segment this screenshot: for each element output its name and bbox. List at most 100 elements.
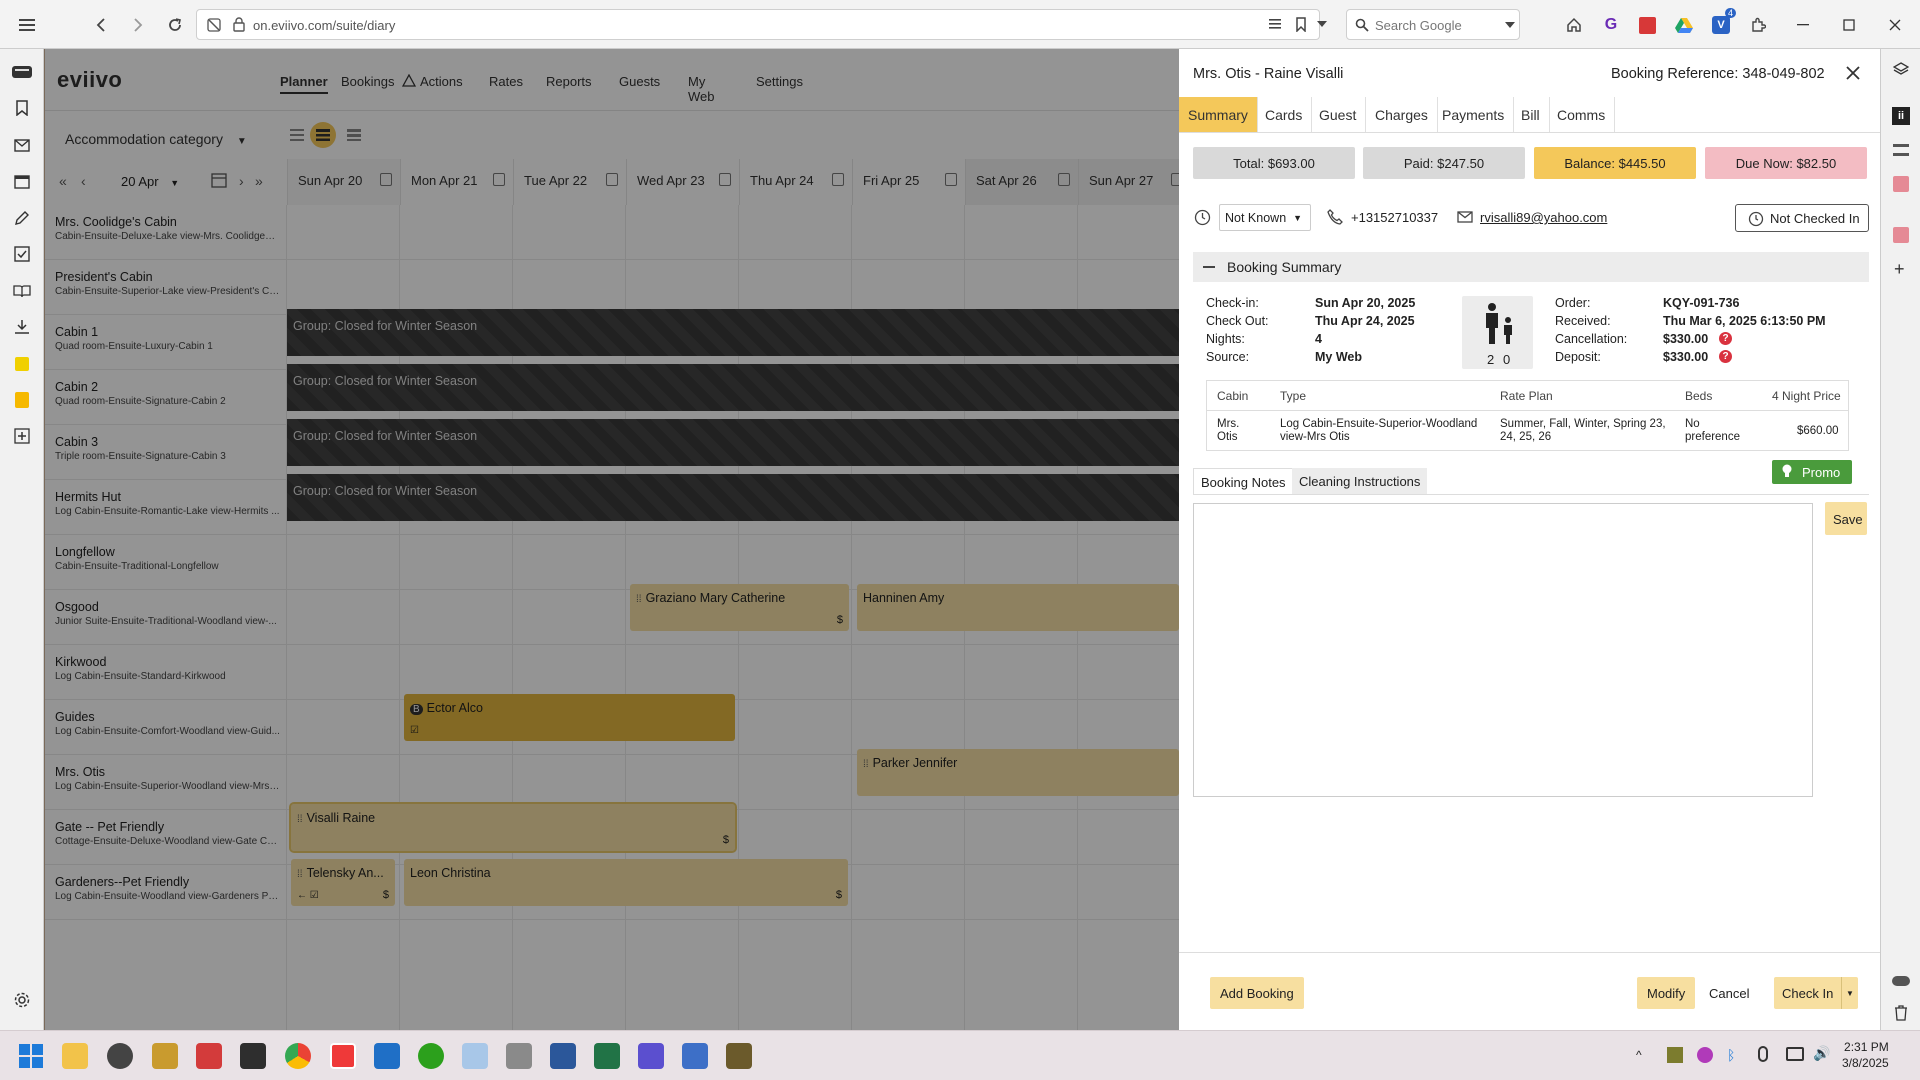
tab-cleaning-instructions[interactable]: Cleaning Instructions [1292, 468, 1428, 494]
tray-overflow-icon[interactable]: ^ [1636, 1048, 1642, 1062]
guest-email[interactable]: rvisalli89@yahoo.com [1480, 210, 1607, 225]
extension-g-icon[interactable]: G [1598, 12, 1624, 38]
file-explorer-icon[interactable] [62, 1043, 88, 1069]
family-icon [1480, 302, 1516, 346]
modal-backdrop[interactable] [45, 49, 1179, 1030]
reading-list-icon[interactable] [11, 280, 33, 302]
tab-guest[interactable]: Guest [1310, 97, 1367, 132]
browser-side-panel [0, 49, 44, 1030]
layers-icon[interactable] [1893, 61, 1909, 77]
cancel-button[interactable]: Cancel [1699, 977, 1760, 1009]
menu-icon[interactable] [14, 12, 40, 38]
app-icon-1[interactable] [107, 1043, 133, 1069]
tray-app-icon[interactable] [1667, 1047, 1683, 1063]
tab-charges[interactable]: Charges [1366, 97, 1438, 132]
bluetooth-icon[interactable]: ᛒ [1727, 1047, 1741, 1063]
windows-start-icon[interactable] [18, 1043, 44, 1069]
tab-comms[interactable]: Comms [1548, 97, 1616, 132]
back-icon[interactable] [88, 12, 114, 38]
booking-summary-toggle[interactable]: Booking Summary [1193, 252, 1869, 282]
tab-summary[interactable]: Summary [1179, 97, 1258, 132]
lock-icon [233, 17, 245, 32]
modify-button[interactable]: Modify [1637, 977, 1696, 1009]
chevron-down-icon[interactable]: ▼ [1841, 977, 1858, 1009]
trash-icon[interactable] [1894, 1005, 1908, 1021]
mail-extension-icon[interactable]: V 4 [1708, 8, 1736, 38]
arrival-time-select[interactable]: Not Known ▼ [1219, 204, 1311, 231]
app-icon-2[interactable] [152, 1043, 178, 1069]
minimize-icon[interactable] [1790, 12, 1816, 38]
dropdown-icon[interactable] [1317, 21, 1327, 27]
forward-icon[interactable] [125, 12, 151, 38]
network-icon[interactable] [1786, 1047, 1804, 1061]
extension-red-icon[interactable] [1634, 12, 1660, 38]
app-icon-5[interactable] [506, 1043, 532, 1069]
outlook-icon[interactable] [374, 1043, 400, 1069]
web-panel-keep-icon[interactable] [11, 389, 33, 411]
mail-panel-icon[interactable] [11, 134, 33, 156]
calendar-panel-icon[interactable] [11, 170, 33, 192]
tab-booking-notes[interactable]: Booking Notes [1193, 468, 1294, 494]
volume-icon[interactable]: 🔊 [1813, 1045, 1830, 1062]
microphone-icon[interactable] [1758, 1046, 1768, 1062]
deposit-help-icon[interactable]: ? [1719, 350, 1732, 363]
vivaldi-icon[interactable] [330, 1043, 356, 1069]
browser-toolbar: on.eviivo.com/suite/diary Search Google … [0, 0, 1920, 49]
promo-button[interactable]: Promo [1772, 460, 1852, 484]
app-icon-6[interactable] [638, 1043, 664, 1069]
cloud-sync-icon[interactable] [1892, 976, 1910, 986]
address-bar[interactable]: on.eviivo.com/suite/diary [196, 9, 1327, 40]
app-icon-7[interactable] [682, 1043, 708, 1069]
tab-bill[interactable]: Bill [1512, 97, 1550, 132]
panel-toggle-icon[interactable] [1893, 144, 1909, 156]
web-panel-yellow-icon[interactable] [11, 353, 33, 375]
save-notes-button[interactable]: Save [1825, 502, 1867, 535]
app-icon-4[interactable] [240, 1043, 266, 1069]
search-engine-dropdown-icon[interactable] [1505, 22, 1515, 28]
chrome-icon[interactable] [285, 1043, 311, 1069]
app-icon-8[interactable] [726, 1043, 752, 1069]
quickbooks-icon[interactable] [418, 1043, 444, 1069]
window-close-icon[interactable] [1882, 12, 1908, 38]
check-status-label: Not Checked In [1770, 211, 1860, 226]
bookmark-icon[interactable] [1295, 17, 1307, 32]
reload-icon[interactable] [162, 12, 188, 38]
settings-gear-icon[interactable] [11, 989, 33, 1011]
word-icon[interactable] [550, 1043, 576, 1069]
add-booking-button[interactable]: Add Booking [1210, 977, 1304, 1009]
vivaldi-logo-icon[interactable] [11, 61, 33, 83]
maximize-icon[interactable] [1836, 12, 1862, 38]
due-now-amount: Due Now: $82.50 [1705, 147, 1867, 179]
guest-phone[interactable]: +13152710337 [1351, 210, 1438, 225]
add-panel-icon[interactable]: + [1894, 259, 1905, 280]
snipping-tool-icon[interactable] [462, 1043, 488, 1069]
add-web-panel-icon[interactable] [11, 425, 33, 447]
app-icon-3[interactable] [196, 1043, 222, 1069]
tasks-panel-icon[interactable] [11, 243, 33, 265]
site-settings-icon[interactable] [207, 17, 221, 33]
web-panel-pink-2-icon[interactable] [1893, 227, 1909, 243]
system-clock[interactable]: 2:31 PM 3/8/2025 [1842, 1039, 1889, 1071]
tray-app-2-icon[interactable] [1697, 1047, 1713, 1063]
check-in-button[interactable]: Check In ▼ [1774, 977, 1858, 1009]
downloads-icon[interactable] [11, 316, 33, 338]
excel-icon[interactable] [594, 1043, 620, 1069]
source-label: Source: [1206, 350, 1250, 364]
web-panel-pink-icon[interactable] [1893, 176, 1909, 192]
extensions-icon[interactable] [1745, 12, 1771, 38]
bookmarks-panel-icon[interactable] [11, 97, 33, 119]
tab-cards[interactable]: Cards [1256, 97, 1313, 132]
booking-notes-textarea[interactable] [1193, 503, 1813, 797]
notes-panel-icon[interactable] [11, 207, 33, 229]
close-icon[interactable] [1845, 65, 1861, 81]
cancellation-help-icon[interactable]: ? [1719, 332, 1732, 345]
tab-payments[interactable]: Payments [1433, 97, 1515, 132]
checkin-value: Sun Apr 20, 2025 [1315, 296, 1416, 310]
reader-icon[interactable] [1269, 18, 1283, 30]
search-box[interactable]: Search Google [1346, 9, 1520, 40]
google-drive-icon[interactable] [1671, 12, 1697, 38]
check-status-button[interactable]: Not Checked In [1735, 204, 1869, 232]
home-icon[interactable] [1561, 12, 1587, 38]
mail-badge: 4 [1724, 8, 1736, 18]
panel-info-icon[interactable]: ii [1892, 107, 1910, 125]
